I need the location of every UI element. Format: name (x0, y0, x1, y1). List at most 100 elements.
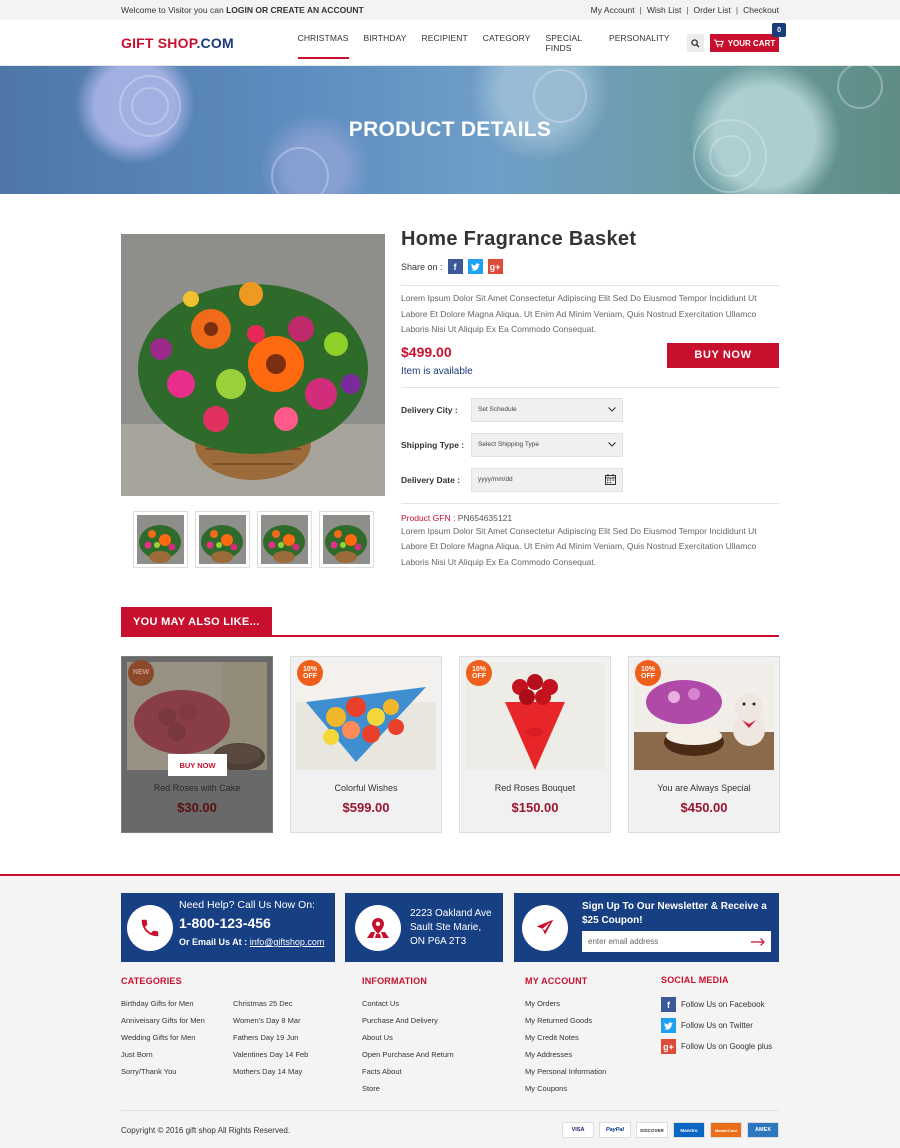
search-button[interactable] (686, 34, 704, 52)
shipping-type-select[interactable]: Select Shipping Type (471, 432, 623, 457)
site-logo[interactable]: GIFT SHOP.COM (121, 35, 298, 51)
product-card[interactable]: 10% OFF Red Roses Bouquet $150.00 (459, 656, 611, 833)
footer-link[interactable]: Christmas 25 Dec (233, 999, 308, 1016)
nav-special-finds[interactable]: SPECIAL FINDS (546, 27, 595, 59)
divider (401, 502, 779, 504)
help-email-link[interactable]: info@giftshop.com (250, 937, 325, 947)
footer-link[interactable]: About Us (362, 1033, 454, 1050)
account-list: My Orders My Returned Goods My Credit No… (525, 999, 606, 1101)
footer-link[interactable]: Fathers Day 19 Jun (233, 1033, 308, 1050)
footer-link[interactable]: Wedding Gifts for Men (121, 1033, 208, 1050)
social-facebook-link[interactable]: f Follow Us on Facebook (661, 994, 772, 1015)
product-main-image[interactable] (121, 234, 385, 496)
footer-divider (121, 1110, 779, 1111)
footer-link[interactable]: Open Purchase And Return (362, 1050, 454, 1067)
discover-icon: DISCOVER (636, 1122, 668, 1138)
footer-link[interactable]: Anniveisary Gifts for Men (121, 1016, 208, 1033)
thumbnail-3[interactable] (257, 511, 312, 568)
arrow-right-icon[interactable] (751, 937, 765, 946)
order-list-link[interactable]: Order List (694, 5, 731, 15)
footer-link[interactable]: Purchase And Delivery (362, 1016, 454, 1033)
footer-link[interactable]: Mothers Day 14 May (233, 1067, 308, 1084)
thumbnail-4[interactable] (319, 511, 374, 568)
product-card[interactable]: NEW BUY NOW Red Roses with Cake $30.00 (121, 656, 273, 833)
shipping-type-row: Shipping Type : Select Shipping Type (401, 432, 779, 457)
top-bar: Welcome to Visitor you can LOGIN OR CREA… (0, 0, 900, 20)
product-card[interactable]: 10% OFF Colorful Wishes $599.00 (290, 656, 442, 833)
newsletter-title: Sign Up To Our Newsletter & Receive a $2… (582, 901, 767, 926)
delivery-date-input[interactable]: yyyy/mm/dd (471, 467, 623, 492)
categories-list: Christmas 25 Dec Women's Day 8 Mar Fathe… (233, 999, 308, 1084)
account-links: My Account | Wish List | Order List | Checkout (590, 5, 779, 15)
footer-link[interactable]: Valentines Day 14 Feb (233, 1050, 308, 1067)
page-banner: PRODUCT DETAILS (0, 66, 900, 194)
product-description-secondary: Lorem Ipsum Dolor Sit Amet Consectetur A… (401, 525, 757, 567)
footer-link[interactable]: My Orders (525, 999, 606, 1016)
nav-birthday[interactable]: BIRTHDAY (364, 27, 407, 59)
footer-link[interactable]: Contact Us (362, 999, 454, 1016)
footer-link[interactable]: Women's Day 8 Mar (233, 1016, 308, 1033)
thumbnail-2[interactable] (195, 511, 250, 568)
discount-badge: 10% OFF (466, 660, 492, 686)
footer-link[interactable]: My Credit Notes (525, 1033, 606, 1050)
login-link[interactable]: LOGIN (226, 5, 253, 15)
footer-link[interactable]: My Coupons (525, 1084, 606, 1101)
footer-link[interactable]: Facts About (362, 1067, 454, 1084)
social-google-plus-link[interactable]: g+ Follow Us on Google plus (661, 1036, 772, 1057)
payment-methods: VISA PayPal DISCOVER Maestro MasterCard … (562, 1122, 779, 1138)
card-buy-now-button[interactable]: BUY NOW (168, 754, 227, 776)
footer-link[interactable]: My Returned Goods (525, 1016, 606, 1033)
checkout-link[interactable]: Checkout (743, 5, 779, 15)
google-plus-icon[interactable]: g+ (487, 259, 503, 274)
help-email-row: Or Email Us At : info@giftshop.com (179, 937, 325, 947)
delivery-date-label: Delivery Date : (401, 474, 461, 485)
thumbnail-1[interactable] (133, 511, 188, 568)
delivery-city-row: Delivery City : Set Schedule (401, 397, 779, 422)
address-box: 2223 Oakland Ave Sault Ste Marie, ON P6A… (345, 893, 503, 962)
nav-category[interactable]: CATEGORY (483, 27, 531, 59)
product-description: Lorem Ipsum Dolor Sit Amet Consectetur A… (401, 293, 757, 334)
footer-link[interactable]: Just Born (121, 1050, 208, 1067)
delivery-city-select[interactable]: Set Schedule (471, 397, 623, 422)
social-twitter-link[interactable]: Follow Us on Twitter (661, 1015, 772, 1036)
product-card[interactable]: 10% OFF You are Always Special $450.00 (628, 656, 780, 833)
calendar-icon[interactable] (605, 474, 616, 485)
cart-label: YOUR CART (727, 38, 776, 48)
nav-recipient[interactable]: RECIPIENT (422, 27, 468, 59)
help-phone[interactable]: 1-800-123-456 (179, 915, 271, 931)
cart-button[interactable]: YOUR CART 0 (709, 23, 787, 52)
product-card-name: You are Always Special (657, 783, 751, 793)
delivery-city-label: Delivery City : (401, 404, 458, 415)
footer-link[interactable]: My Personal Information (525, 1067, 606, 1084)
footer-link[interactable]: Store (362, 1084, 454, 1101)
product-card-price: $150.00 (511, 800, 559, 815)
newsletter-input[interactable]: enter email address (582, 931, 771, 952)
product-card-price: $30.00 (177, 800, 217, 815)
buy-now-button[interactable]: BUY NOW (667, 342, 779, 368)
cart-icon (713, 39, 724, 47)
paypal-icon: PayPal (599, 1122, 631, 1138)
divider (401, 386, 779, 388)
social-heading: SOCIAL MEDIA (661, 975, 729, 985)
mastercard-icon: MasterCard (710, 1122, 742, 1138)
footer-link[interactable]: Sorry/Thank You (121, 1067, 208, 1084)
product-gfn: Product GFN : PN654635121 (401, 512, 513, 523)
product-title: Home Fragrance Basket (401, 228, 637, 250)
footer-link[interactable]: My Addresses (525, 1050, 606, 1067)
newsletter-box: Sign Up To Our Newsletter & Receive a $2… (514, 893, 779, 962)
price-row: $499.00 Item is available BUY NOW (401, 342, 779, 384)
social-column: SOCIAL MEDIA f Follow Us on Facebook Foll… (661, 975, 772, 1057)
create-account-link[interactable]: CREATE AN ACCOUNT (270, 5, 363, 15)
my-account-link[interactable]: My Account (591, 5, 635, 15)
product-card-name: Colorful Wishes (334, 783, 398, 793)
facebook-icon[interactable]: f (447, 259, 463, 274)
share-bar: Share on : f g+ (401, 259, 779, 274)
nav-christmas[interactable]: CHRISTMAS (297, 27, 349, 59)
footer-link[interactable]: Birthday Gifts for Men (121, 999, 208, 1016)
twitter-icon[interactable] (467, 259, 483, 274)
amex-icon: AMEX (747, 1122, 779, 1138)
divider (401, 285, 779, 286)
related-heading: YOU MAY ALSO LIKE... (121, 607, 272, 637)
wish-list-link[interactable]: Wish List (647, 5, 681, 15)
nav-personality[interactable]: PERSONALITY (609, 27, 670, 59)
